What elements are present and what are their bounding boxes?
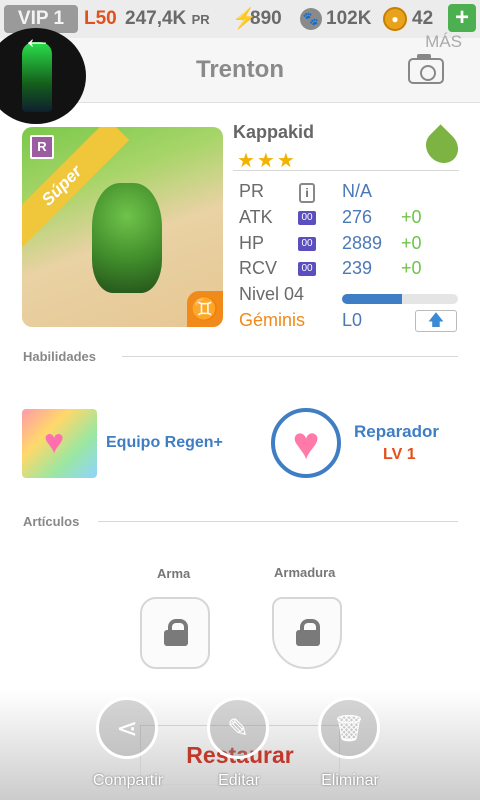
trash-icon: 🗑 <box>332 713 366 743</box>
edit-label: Editar <box>218 772 260 789</box>
level-label: Nivel 04 <box>239 284 305 304</box>
lock-icon <box>164 619 188 646</box>
power-rating-value: 247,4K <box>125 8 187 29</box>
stat-value: N/A <box>342 181 373 201</box>
stat-value: 239 <box>342 258 373 278</box>
share-button[interactable]: ⋖ <box>96 697 158 759</box>
monster-name: Kappakid <box>233 122 315 142</box>
rarity-badge: R <box>30 135 54 159</box>
back-arrow-icon[interactable]: ← <box>22 24 52 54</box>
monster-card[interactable]: Súper R ♊ <box>22 127 223 327</box>
edit-button[interactable]: ✎ <box>207 697 269 759</box>
abilities-heading: Habilidades <box>23 349 96 364</box>
skill2-name[interactable]: Reparador <box>354 422 439 442</box>
heart-icon[interactable]: ♥ <box>271 408 341 478</box>
lock-icon <box>296 619 320 646</box>
stat-value: 276 <box>342 207 373 227</box>
paw-icon: 🐾 <box>300 8 322 30</box>
armor-label: Armadura <box>274 565 336 580</box>
level-progress-fill <box>342 294 403 304</box>
upgrade-sign-button[interactable]: 🡅 <box>415 310 457 332</box>
items-heading: Artículos <box>23 514 80 529</box>
share-icon: ⋖ <box>116 713 138 743</box>
stat-bonus: +0 <box>401 258 422 278</box>
stat-label: HP <box>239 233 265 253</box>
camera-icon[interactable] <box>408 54 444 84</box>
stat-bonus: +0 <box>401 207 422 227</box>
power-rating-unit: PR <box>191 12 210 27</box>
delete-button[interactable]: 🗑 <box>318 697 380 759</box>
potential-icon: 00 <box>298 237 316 251</box>
info-icon[interactable]: i <box>299 183 315 203</box>
potential-icon: 00 <box>298 262 316 276</box>
paw-value: 102K <box>326 8 372 29</box>
sign-row: Géminis L0 🡅 <box>239 310 465 334</box>
monster-art <box>92 183 162 293</box>
stat-value: 2889 <box>342 233 383 253</box>
share-label: Compartir <box>92 772 164 789</box>
divider <box>98 521 458 522</box>
divider <box>233 170 459 171</box>
stat-label: ATK <box>239 207 273 227</box>
player-level: L50 <box>84 8 117 29</box>
gemini-icon: ♊ <box>187 291 223 327</box>
sign-level: L0 <box>342 310 363 330</box>
level-row: Nivel 04 <box>239 284 465 308</box>
divider <box>122 356 458 357</box>
team-regen-icon[interactable] <box>22 409 97 478</box>
skill-name[interactable]: Equipo Regen+ <box>106 434 223 452</box>
energy-value: 890 <box>250 8 282 29</box>
power-rating: 247,4K PR <box>125 7 210 32</box>
pencil-icon: ✎ <box>227 713 249 743</box>
stat-label: RCV <box>239 258 278 278</box>
coin-icon: ● <box>383 7 407 31</box>
stat-label: PR <box>239 181 265 201</box>
coin-value: 42 <box>412 8 434 29</box>
skill2-level: LV 1 <box>383 446 416 463</box>
stat-bonus: +0 <box>401 233 422 253</box>
leaf-element-icon <box>419 124 465 170</box>
weapon-slot[interactable] <box>140 597 210 669</box>
more-button[interactable]: MÁS <box>425 32 462 52</box>
weapon-label: Arma <box>157 566 191 581</box>
delete-label: Eliminar <box>321 772 379 789</box>
status-bar: VIP 1 L50 247,4K PR ⚡ 890 🐾 102K ● 42 + <box>0 0 480 39</box>
potential-icon: 00 <box>298 211 316 225</box>
add-currency-button[interactable]: + <box>448 4 476 32</box>
level-progress-bar <box>342 294 458 304</box>
armor-slot[interactable] <box>272 597 342 669</box>
zodiac-sign: Géminis <box>239 310 306 330</box>
